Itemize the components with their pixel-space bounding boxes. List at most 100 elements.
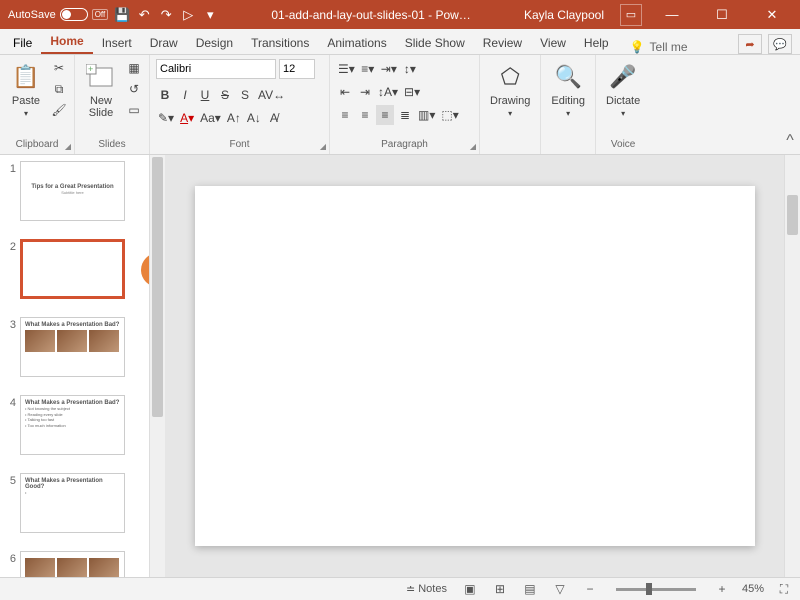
character-spacing-button[interactable]: AV↔ bbox=[256, 85, 287, 105]
redo-icon[interactable]: ↷ bbox=[158, 7, 174, 23]
change-case-button[interactable]: Aa▾ bbox=[198, 108, 223, 128]
tab-slide-show[interactable]: Slide Show bbox=[396, 32, 474, 54]
start-from-beginning-icon[interactable]: ▷ bbox=[180, 7, 196, 23]
editor-scrollbar[interactable] bbox=[784, 155, 800, 577]
normal-view-button[interactable]: ▣ bbox=[460, 581, 480, 597]
tab-insert[interactable]: Insert bbox=[93, 32, 141, 54]
reset-icon[interactable]: ↺ bbox=[125, 80, 143, 98]
line-spacing-button[interactable]: ↕▾ bbox=[401, 59, 419, 79]
italic-button[interactable]: I bbox=[176, 85, 194, 105]
save-icon[interactable]: 💾 bbox=[114, 7, 130, 23]
paste-button[interactable]: 📋 Paste ▾ bbox=[6, 59, 46, 139]
autosave-toggle[interactable] bbox=[60, 8, 88, 21]
tab-view[interactable]: View bbox=[531, 32, 575, 54]
qat-customize-icon[interactable]: ▾ bbox=[202, 7, 218, 23]
slide-thumbnail[interactable]: What Makes a Presentation Good?• bbox=[20, 473, 125, 533]
list-level-button[interactable]: ⇥▾ bbox=[379, 59, 399, 79]
slide-thumbnail[interactable]: What Makes a Presentation Bad?• Not know… bbox=[20, 395, 125, 455]
section-icon[interactable]: ▭ bbox=[125, 101, 143, 119]
clear-formatting-button[interactable]: A̸ bbox=[265, 108, 283, 128]
zoom-out-button[interactable]: − bbox=[580, 581, 600, 597]
zoom-level[interactable]: 45% bbox=[742, 583, 764, 595]
tab-help[interactable]: Help bbox=[575, 32, 618, 54]
autosave-control[interactable]: AutoSave Off bbox=[8, 8, 108, 21]
tell-me-search[interactable]: 💡 Tell me bbox=[630, 40, 688, 54]
zoom-handle[interactable] bbox=[646, 583, 652, 595]
underline-button[interactable]: U bbox=[196, 85, 214, 105]
thumbnail-number: 5 bbox=[4, 473, 16, 487]
scroll-thumb[interactable] bbox=[787, 195, 798, 235]
numbering-button[interactable]: ≡▾ bbox=[359, 59, 377, 79]
slide-thumbnail[interactable]: What Makes a Presentation Bad? bbox=[20, 317, 125, 377]
text-direction-button[interactable]: ↕A▾ bbox=[376, 82, 400, 102]
autosave-state: Off bbox=[92, 9, 109, 20]
thumbnails-scrollbar[interactable] bbox=[149, 155, 165, 577]
tab-design[interactable]: Design bbox=[187, 32, 242, 54]
clipboard-launcher-icon[interactable]: ◢ bbox=[65, 142, 71, 151]
bullets-button[interactable]: ☰▾ bbox=[336, 59, 357, 79]
increase-font-button[interactable]: A↑ bbox=[225, 108, 243, 128]
layout-icon[interactable]: ▦ bbox=[125, 59, 143, 77]
cut-icon[interactable]: ✂ bbox=[50, 59, 68, 77]
zoom-slider[interactable] bbox=[616, 588, 696, 591]
collapse-ribbon-icon[interactable]: ^ bbox=[780, 55, 800, 154]
slide-thumbnail[interactable] bbox=[20, 239, 125, 299]
font-launcher-icon[interactable]: ◢ bbox=[320, 142, 326, 151]
columns-button[interactable]: ▥▾ bbox=[416, 105, 437, 125]
bold-button[interactable]: B bbox=[156, 85, 174, 105]
strikethrough-button[interactable]: S bbox=[216, 85, 234, 105]
zoom-in-button[interactable]: + bbox=[712, 581, 732, 597]
decrease-font-button[interactable]: A↓ bbox=[245, 108, 263, 128]
content-area: 1Tips for a Great PresentationSubtitle h… bbox=[0, 155, 800, 577]
undo-icon[interactable]: ↶ bbox=[136, 7, 152, 23]
highlight-button[interactable]: ✎▾ bbox=[156, 108, 176, 128]
text-shadow-button[interactable]: S bbox=[236, 85, 254, 105]
decrease-indent-button[interactable]: ⇤ bbox=[336, 82, 354, 102]
font-name-select[interactable] bbox=[156, 59, 276, 79]
thumbnail-row: 21 bbox=[4, 239, 145, 299]
group-label-voice: Voice bbox=[602, 139, 644, 152]
ribbon-tabs: File Home Insert Draw Design Transitions… bbox=[0, 29, 800, 55]
tab-home[interactable]: Home bbox=[41, 30, 92, 54]
slide-thumbnail[interactable] bbox=[20, 551, 125, 577]
editing-button[interactable]: 🔍 Editing ▾ bbox=[547, 59, 589, 150]
reading-view-button[interactable]: ▤ bbox=[520, 581, 540, 597]
tab-review[interactable]: Review bbox=[474, 32, 531, 54]
font-size-select[interactable] bbox=[279, 59, 315, 79]
user-name[interactable]: Kayla Claypool bbox=[524, 8, 604, 22]
slideshow-view-button[interactable]: ▽ bbox=[550, 581, 570, 597]
fit-to-window-button[interactable]: ⛶ bbox=[774, 581, 794, 597]
tab-file[interactable]: File bbox=[4, 32, 41, 54]
thumbnail-number: 4 bbox=[4, 395, 16, 409]
minimize-button[interactable]: ― bbox=[652, 0, 692, 29]
notes-button[interactable]: ≐ Notes bbox=[403, 583, 450, 596]
slide-thumbnails-panel: 1Tips for a Great PresentationSubtitle h… bbox=[0, 155, 165, 577]
smartart-button[interactable]: ⬚▾ bbox=[439, 105, 460, 125]
paragraph-launcher-icon[interactable]: ◢ bbox=[470, 142, 476, 151]
align-left-button[interactable]: ≡ bbox=[336, 105, 354, 125]
slide-sorter-button[interactable]: ⊞ bbox=[490, 581, 510, 597]
align-center-button[interactable]: ≡ bbox=[356, 105, 374, 125]
scroll-thumb[interactable] bbox=[152, 157, 163, 417]
tab-transitions[interactable]: Transitions bbox=[242, 32, 318, 54]
share-button[interactable]: ➦ bbox=[738, 34, 762, 54]
slide-canvas[interactable] bbox=[195, 186, 755, 546]
find-icon: 🔍 bbox=[552, 61, 584, 93]
dictate-button[interactable]: 🎤 Dictate ▾ bbox=[602, 59, 644, 139]
tab-draw[interactable]: Draw bbox=[141, 32, 187, 54]
ribbon-display-options-icon[interactable]: ▭ bbox=[620, 4, 642, 26]
align-right-button[interactable]: ≡ bbox=[376, 105, 394, 125]
align-text-button[interactable]: ⊟▾ bbox=[402, 82, 422, 102]
copy-icon[interactable]: ⧉ bbox=[50, 80, 68, 98]
justify-button[interactable]: ≣ bbox=[396, 105, 414, 125]
close-button[interactable]: ✕ bbox=[752, 0, 792, 29]
maximize-button[interactable]: ☐ bbox=[702, 0, 742, 29]
format-painter-icon[interactable]: 🖌 bbox=[50, 101, 68, 119]
comments-button[interactable]: 💬 bbox=[768, 34, 792, 54]
increase-indent-button[interactable]: ⇥ bbox=[356, 82, 374, 102]
font-color-button[interactable]: A▾ bbox=[178, 108, 196, 128]
new-slide-button[interactable]: + New Slide bbox=[81, 59, 121, 139]
tab-animations[interactable]: Animations bbox=[318, 32, 395, 54]
drawing-button[interactable]: ⬠ Drawing ▾ bbox=[486, 59, 534, 150]
slide-thumbnail[interactable]: Tips for a Great PresentationSubtitle he… bbox=[20, 161, 125, 221]
